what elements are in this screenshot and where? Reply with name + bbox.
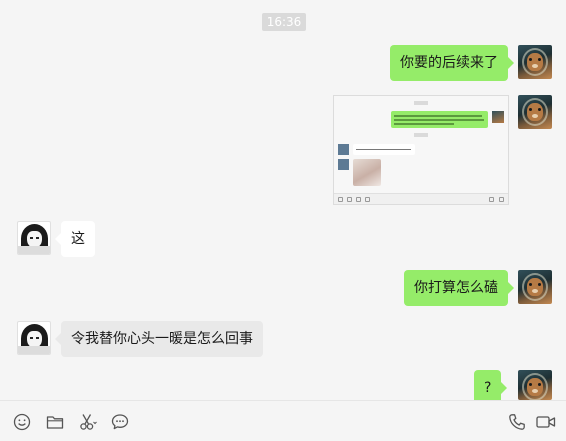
thumb-incoming-bubble (353, 144, 415, 155)
thumb-timestamp (414, 133, 428, 137)
avatar-face (527, 103, 543, 121)
scissors-icon[interactable] (79, 413, 97, 431)
thumb-other-avatar (338, 144, 349, 155)
thumb-self-avatar (492, 111, 504, 123)
input-toolbar (0, 400, 566, 441)
chat-timestamp: 16:36 (262, 13, 306, 31)
emoji-icon[interactable] (13, 413, 31, 431)
self-avatar[interactable] (518, 45, 552, 79)
folder-icon[interactable] (46, 413, 64, 431)
avatar-shoulder (18, 246, 50, 254)
image-message-screenshot[interactable] (333, 95, 509, 205)
thumb-timestamp (414, 101, 428, 105)
self-avatar[interactable] (518, 95, 552, 129)
thumb-photo (353, 159, 381, 186)
message-bubble-outgoing[interactable]: 你要的后续来了 (390, 45, 514, 81)
video-icon[interactable] (536, 413, 556, 431)
thumb-toolbar (334, 193, 508, 204)
message-bubble-incoming[interactable]: 这 (55, 221, 95, 257)
self-avatar[interactable] (518, 270, 552, 304)
thumb-other-avatar (338, 159, 349, 170)
avatar-shoulder (18, 346, 50, 354)
contact-avatar[interactable] (17, 321, 51, 355)
chat-history-icon[interactable] (111, 413, 129, 431)
message-bubble-incoming[interactable]: 令我替你心头一暖是怎么回事 (55, 321, 263, 357)
contact-avatar[interactable] (17, 221, 51, 255)
avatar-face (527, 53, 543, 71)
avatar-face (527, 278, 543, 296)
avatar-face (527, 378, 543, 396)
thumb-outgoing-bubble (391, 111, 488, 128)
phone-icon[interactable] (508, 413, 526, 431)
self-avatar[interactable] (518, 370, 552, 400)
message-bubble-outgoing[interactable]: 你打算怎么磕 (404, 270, 514, 306)
